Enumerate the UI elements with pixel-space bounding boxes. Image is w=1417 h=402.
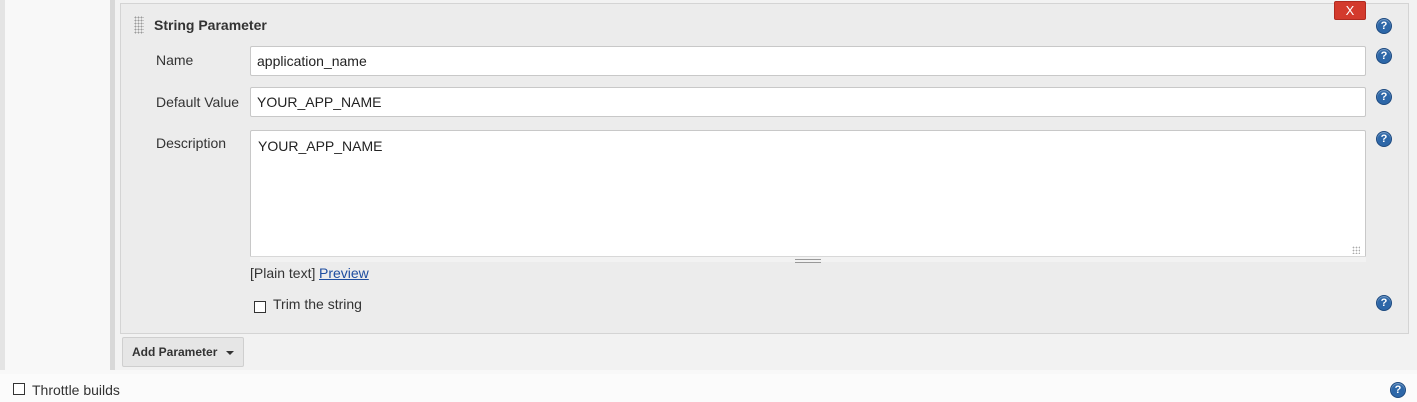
- trim-label: Trim the string: [273, 296, 362, 312]
- throttle-label: Throttle builds: [32, 382, 120, 398]
- parameter-title: String Parameter: [154, 17, 267, 33]
- description-help-icon[interactable]: ?: [1376, 131, 1392, 147]
- default-value-label: Default Value: [156, 94, 240, 110]
- name-label: Name: [156, 52, 194, 68]
- page-left-strip: [0, 0, 5, 370]
- add-parameter-button[interactable]: Add Parameter: [122, 337, 244, 367]
- description-textarea[interactable]: YOUR_APP_NAME: [250, 130, 1366, 262]
- drag-handle-icon[interactable]: [134, 16, 144, 34]
- textarea-resize-handle[interactable]: [250, 256, 1366, 263]
- default-value-input[interactable]: YOUR_APP_NAME: [250, 87, 1366, 117]
- delete-parameter-button[interactable]: X: [1334, 1, 1366, 20]
- throttle-row: [0, 374, 1417, 402]
- help-icon[interactable]: ?: [1376, 18, 1392, 34]
- default-value-help-icon[interactable]: ?: [1376, 89, 1392, 105]
- add-parameter-label: Add Parameter: [132, 345, 218, 359]
- description-label: Description: [156, 135, 227, 151]
- markup-format-label: [Plain text]: [250, 265, 316, 281]
- trim-checkbox[interactable]: [254, 301, 266, 313]
- name-input[interactable]: application_name: [250, 46, 1366, 76]
- name-help-icon[interactable]: ?: [1376, 48, 1392, 64]
- trim-help-icon[interactable]: ?: [1376, 295, 1392, 311]
- throttle-help-icon[interactable]: ?: [1390, 382, 1406, 398]
- resize-grip-icon[interactable]: [1352, 246, 1360, 254]
- preview-link[interactable]: Preview: [319, 265, 369, 281]
- throttle-checkbox[interactable]: [13, 383, 25, 395]
- caret-down-icon: [226, 351, 234, 355]
